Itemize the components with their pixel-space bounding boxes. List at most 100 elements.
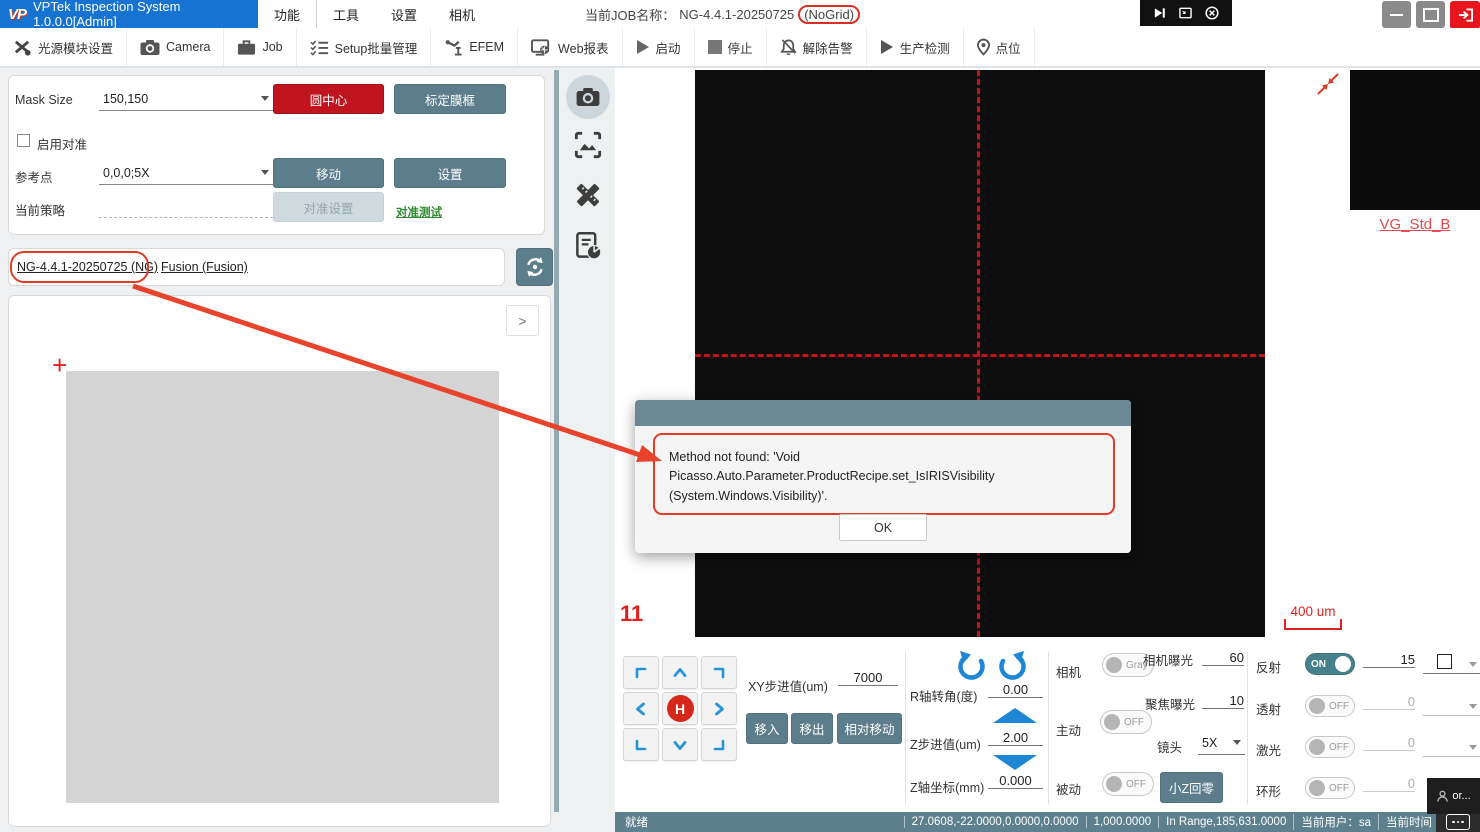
job-button[interactable]: Job xyxy=(224,28,296,66)
start-button[interactable]: 启动 xyxy=(623,28,695,66)
lens-label: 镜头 xyxy=(1157,737,1182,756)
move-out-button[interactable]: 移出 xyxy=(791,713,833,744)
z-up-button[interactable] xyxy=(993,708,1037,723)
menu-settings[interactable]: 设置 xyxy=(375,0,433,28)
more-icon xyxy=(1446,814,1470,830)
image-capture-tool[interactable] xyxy=(571,128,605,162)
mask-size-dropdown[interactable]: 150,150 xyxy=(99,87,273,111)
toolbar-label: Web报表 xyxy=(558,38,608,57)
dialog-title-bar[interactable] xyxy=(635,400,1131,426)
focus-exposure-label: 聚焦曝光 xyxy=(1145,694,1195,713)
menu-camera[interactable]: 相机 xyxy=(433,0,491,28)
focus-toggle[interactable]: OFF xyxy=(1100,710,1152,734)
thumbnail-link[interactable]: VG_Std_B xyxy=(1350,216,1480,233)
jog-downleft-button[interactable] xyxy=(623,728,659,761)
efem-button[interactable]: EFEM xyxy=(431,28,518,66)
rotate-cw-button[interactable] xyxy=(997,651,1027,684)
view-collapse-arrows[interactable] xyxy=(1314,72,1340,101)
setup-batch-button[interactable]: Setup批量管理 xyxy=(297,28,432,66)
point-position-button[interactable]: 点位 xyxy=(964,28,1035,66)
chevron-left-icon xyxy=(633,701,649,717)
small-z-home-button[interactable]: 小Z回零 xyxy=(1160,772,1223,803)
channel-transmit-toggle[interactable]: OFF xyxy=(1305,695,1355,717)
play-skip-icon[interactable] xyxy=(1153,6,1166,20)
stop-button[interactable]: 停止 xyxy=(695,28,767,66)
align-test-link[interactable]: 对准测试 xyxy=(396,204,442,220)
web-report-button[interactable]: Web报表 xyxy=(518,28,622,66)
channel-reflect-option[interactable] xyxy=(1423,652,1480,674)
measure-tool[interactable] xyxy=(571,178,605,212)
channel-transmit-option[interactable] xyxy=(1423,694,1480,716)
xy-step-input[interactable]: 7000 xyxy=(838,670,898,686)
channel-laser-option[interactable] xyxy=(1423,735,1480,757)
report-tool[interactable] xyxy=(571,228,605,262)
jog-home-button[interactable]: H xyxy=(662,692,698,725)
channel-transmit-value[interactable]: 0 xyxy=(1363,694,1415,710)
jog-left-button[interactable] xyxy=(623,692,659,725)
chevron-right-icon xyxy=(711,701,727,717)
user-session-overlay[interactable]: or... xyxy=(1427,778,1480,814)
channel-ring-toggle[interactable]: OFF xyxy=(1305,777,1355,799)
jog-upleft-button[interactable] xyxy=(623,656,659,689)
set-button[interactable]: 设置 xyxy=(394,158,506,188)
minimize-button[interactable] xyxy=(1382,1,1411,28)
status-more-button[interactable] xyxy=(1436,812,1480,832)
relative-move-button[interactable]: 相对移动 xyxy=(837,713,902,744)
resize-icon[interactable] xyxy=(1179,7,1192,19)
r-axis-input[interactable]: 0.00 xyxy=(988,682,1043,698)
checklist-icon xyxy=(310,39,329,56)
channel-laser-toggle[interactable]: OFF xyxy=(1305,736,1355,758)
tab-recipe-fusion[interactable]: Fusion (Fusion) xyxy=(161,260,248,274)
align-settings-button[interactable]: 对准设置 xyxy=(273,192,384,222)
circle-center-button[interactable]: 圆中心 xyxy=(273,84,384,114)
strategy-field[interactable] xyxy=(99,194,273,218)
channel-reflect-value[interactable]: 15 xyxy=(1363,652,1415,668)
lens-dropdown[interactable]: 5X xyxy=(1198,731,1245,755)
enable-align-checkbox[interactable] xyxy=(17,134,30,147)
sync-recipe-button[interactable] xyxy=(516,248,553,286)
jog-upright-button[interactable] xyxy=(701,656,737,689)
section-divider xyxy=(1247,652,1248,804)
camera-exposure-input[interactable]: 60 xyxy=(1202,650,1244,666)
job-label: 当前JOB名称： xyxy=(585,5,675,24)
jog-down-button[interactable] xyxy=(662,728,698,761)
focus-exposure-input[interactable]: 10 xyxy=(1202,693,1244,709)
exit-button[interactable] xyxy=(1450,1,1480,29)
close-circle-icon[interactable] xyxy=(1205,6,1219,20)
channel-reflect-checkbox[interactable] xyxy=(1437,654,1452,669)
clear-alarm-button[interactable]: 解除告警 xyxy=(767,28,867,66)
tab-recipe-ng[interactable]: NG-4.4.1-20250725 (NG) xyxy=(17,260,158,274)
light-module-settings-button[interactable]: 光源模块设置 xyxy=(0,28,127,66)
expand-right-button[interactable]: > xyxy=(506,305,539,336)
app-logo: VP xyxy=(8,6,26,23)
move-in-button[interactable]: 移入 xyxy=(746,713,788,744)
status-value: 1,000.0000 xyxy=(1086,816,1159,828)
z-coord-input[interactable]: 0.000 xyxy=(988,773,1043,789)
menu-tools[interactable]: 工具 xyxy=(317,0,375,28)
maximize-button[interactable] xyxy=(1416,1,1445,28)
calibrate-frame-button[interactable]: 标定膜框 xyxy=(394,84,506,114)
laser-assist-toggle[interactable]: OFF xyxy=(1102,772,1154,796)
ref-point-dropdown[interactable]: 0,0,0;5X xyxy=(99,161,273,185)
corner-topright-icon xyxy=(711,665,727,681)
jog-right-button[interactable] xyxy=(701,692,737,725)
production-inspect-button[interactable]: 生产检测 xyxy=(867,28,964,66)
channel-ring-value[interactable]: 0 xyxy=(1363,776,1415,792)
channel-laser-value[interactable]: 0 xyxy=(1363,735,1415,751)
wafer-map-placeholder xyxy=(66,371,499,803)
jog-downright-button[interactable] xyxy=(701,728,737,761)
rotate-ccw-button[interactable] xyxy=(957,651,987,684)
menu-function[interactable]: 功能 xyxy=(258,0,317,28)
ok-button[interactable]: OK xyxy=(839,514,927,541)
camera-button[interactable]: Camera xyxy=(127,28,224,66)
chevron-down-icon xyxy=(1469,704,1477,713)
jog-up-button[interactable] xyxy=(662,656,698,689)
channel-reflect-toggle[interactable]: ON xyxy=(1305,653,1355,675)
toolbar-label: 启动 xyxy=(656,38,681,57)
z-step-input[interactable]: 2.00 xyxy=(988,730,1043,746)
reference-thumbnail[interactable] xyxy=(1350,70,1480,210)
move-button[interactable]: 移动 xyxy=(273,158,384,188)
camera-view-tool[interactable] xyxy=(566,75,610,119)
toolbar-label: Job xyxy=(262,40,282,54)
z-down-button[interactable] xyxy=(993,755,1037,770)
